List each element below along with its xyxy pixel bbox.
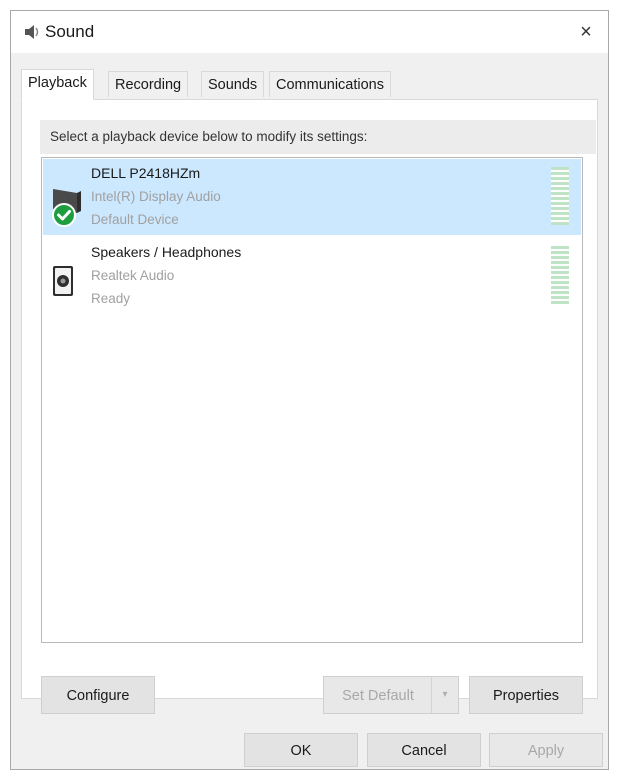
tab-strip: Playback Recording Sounds Communications <box>21 69 598 100</box>
device-name: DELL P2418HZm <box>91 165 201 181</box>
cancel-button[interactable]: Cancel <box>367 733 481 767</box>
tab-communications[interactable]: Communications <box>269 71 391 97</box>
device-status: Default Device <box>91 212 179 227</box>
apply-button[interactable]: Apply <box>489 733 603 767</box>
tab-sounds[interactable]: Sounds <box>201 71 265 97</box>
set-default-label: Set Default <box>342 688 414 704</box>
close-icon: × <box>580 21 592 43</box>
device-item-dell[interactable]: DELL P2418HZm Intel(R) Display Audio Def… <box>43 159 581 235</box>
ok-button[interactable]: OK <box>244 733 358 767</box>
speaker-title-icon <box>25 25 39 39</box>
instruction-text: Select a playback device below to modify… <box>40 120 596 154</box>
window-title: Sound <box>45 22 95 41</box>
properties-button[interactable]: Properties <box>469 676 583 714</box>
close-button[interactable]: × <box>570 17 602 47</box>
monitor-speaker-icon <box>52 189 81 227</box>
title-bar: Sound × <box>11 11 608 53</box>
speaker-icon <box>53 266 73 296</box>
device-status: Ready <box>91 291 131 306</box>
tab-recording[interactable]: Recording <box>108 71 189 97</box>
device-name: Speakers / Headphones <box>91 244 242 260</box>
set-default-button[interactable]: Set Default ▾ <box>323 676 459 714</box>
sound-dialog: Sound × Playback Recording Sounds Commun… <box>10 10 609 770</box>
tab-playback[interactable]: Playback <box>21 69 94 100</box>
default-check-icon <box>52 203 76 227</box>
volume-level-meter <box>551 167 569 225</box>
configure-button[interactable]: Configure <box>41 676 155 714</box>
device-driver: Intel(R) Display Audio <box>91 189 221 204</box>
device-item-speakers[interactable]: Speakers / Headphones Realtek Audio Read… <box>43 238 581 314</box>
device-list[interactable]: DELL P2418HZm Intel(R) Display Audio Def… <box>41 157 583 643</box>
chevron-down-icon[interactable]: ▾ <box>431 677 458 713</box>
volume-level-meter <box>551 246 569 304</box>
device-driver: Realtek Audio <box>91 268 175 283</box>
playback-panel: Select a playback device below to modify… <box>21 99 598 714</box>
